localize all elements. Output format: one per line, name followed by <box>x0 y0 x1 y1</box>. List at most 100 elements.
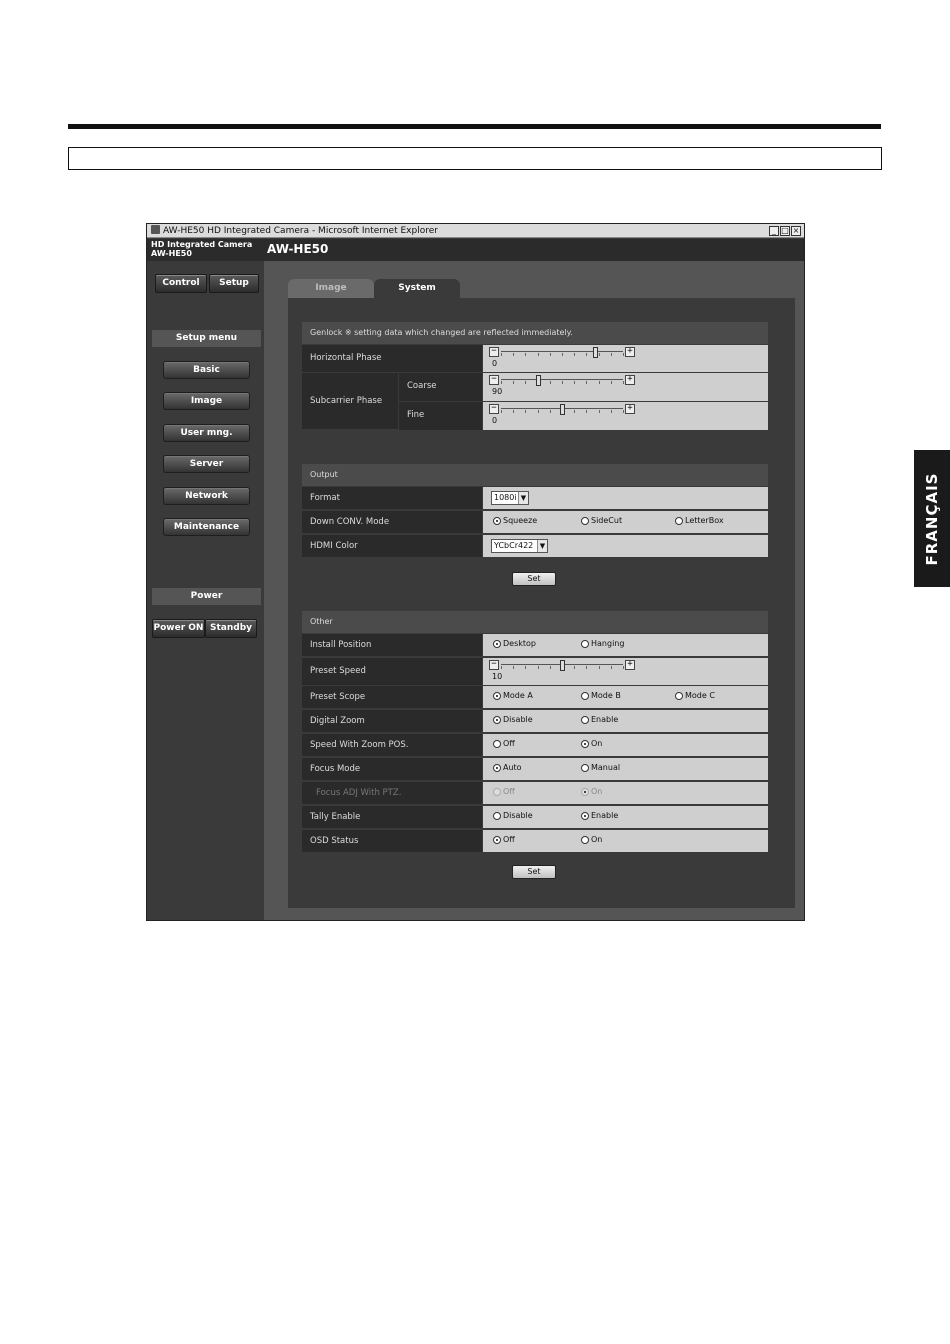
radio-checked-icon <box>581 811 589 820</box>
radio-option-label: Disable <box>503 715 533 724</box>
radio-option[interactable]: Hanging <box>581 639 624 648</box>
horizontal-phase-value: 0 <box>492 359 498 368</box>
output-set-button[interactable]: Set <box>512 572 556 586</box>
ie-icon <box>151 225 160 234</box>
setup-menu-title: Setup menu <box>152 330 261 347</box>
radio-unchecked-icon <box>581 516 589 525</box>
coarse-value-cell: − + 90 <box>483 373 768 401</box>
slider-thumb[interactable] <box>593 347 598 358</box>
scrollbar[interactable] <box>796 261 804 920</box>
slider-tick <box>623 410 624 413</box>
slider-decrease-icon[interactable]: − <box>489 660 499 670</box>
radio-unchecked-icon <box>675 516 683 525</box>
control-button[interactable]: Control <box>155 274 207 293</box>
document-header-box <box>68 147 882 170</box>
slider-increase-icon[interactable]: + <box>625 404 635 414</box>
slider-tick <box>550 410 551 413</box>
slider-tick <box>586 353 587 356</box>
standby-button[interactable]: Standby <box>205 619 257 638</box>
radio-option[interactable]: Off <box>493 739 515 748</box>
radio-option-label: Auto <box>503 763 522 772</box>
radio-option[interactable]: Manual <box>581 763 620 772</box>
horizontal-phase-row: Horizontal Phase − + 0 <box>302 344 768 372</box>
preset-scope-row: Preset Scope Mode A Mode B Mode C <box>302 685 768 708</box>
power-title: Power <box>152 588 261 605</box>
brand-logo: HD Integrated Camera AW-HE50 <box>151 240 252 258</box>
subcarrier-phase-label: Subcarrier Phase <box>302 373 398 429</box>
genlock-section: Genlock ※ setting data which changed are… <box>302 322 768 430</box>
hdmi-color-select[interactable]: YCbCr422 ▼ <box>491 539 548 553</box>
radio-option[interactable]: Off <box>493 835 515 844</box>
menu-basic-button[interactable]: Basic <box>163 361 250 379</box>
radio-checked-icon <box>581 739 589 748</box>
menu-image-button[interactable]: Image <box>163 392 250 410</box>
slider-decrease-icon[interactable]: − <box>489 347 499 357</box>
slider-tick <box>525 353 526 356</box>
preset-scope-radios: Mode A Mode B Mode C <box>483 686 768 708</box>
radio-option[interactable]: Off <box>493 787 515 796</box>
slider-tick <box>586 410 587 413</box>
radio-option[interactable]: Squeeze <box>493 516 537 525</box>
slider-increase-icon[interactable]: + <box>625 375 635 385</box>
radio-option[interactable]: Disable <box>493 811 533 820</box>
focus-adj-label: Focus ADJ With PTZ. <box>302 782 482 804</box>
slider-tick <box>538 410 539 413</box>
minimize-icon[interactable]: _ <box>769 226 779 236</box>
preset-scope-label: Preset Scope <box>302 686 482 708</box>
setup-button[interactable]: Setup <box>209 274 259 293</box>
fine-label: Fine <box>399 402 482 430</box>
menu-server-button[interactable]: Server <box>163 455 250 473</box>
radio-option-label: Mode C <box>685 691 715 700</box>
radio-checked-icon <box>493 715 501 724</box>
radio-option[interactable]: Enable <box>581 811 618 820</box>
horizontal-phase-label: Horizontal Phase <box>302 345 482 372</box>
radio-option-label: Squeeze <box>503 516 538 525</box>
radio-option[interactable]: SideCut <box>581 516 622 525</box>
slider-thumb[interactable] <box>536 375 541 386</box>
tab-system[interactable]: System <box>374 279 460 298</box>
radio-option[interactable]: Mode B <box>581 691 621 700</box>
preset-speed-slider[interactable]: − + <box>489 660 635 671</box>
slider-tick <box>611 666 612 669</box>
radio-option[interactable]: Mode A <box>493 691 533 700</box>
close-icon[interactable]: × <box>791 226 801 236</box>
power-on-button[interactable]: Power ON <box>152 619 205 638</box>
other-set-button[interactable]: Set <box>512 865 556 879</box>
radio-option[interactable]: Disable <box>493 715 533 724</box>
coarse-slider[interactable]: − + <box>489 375 635 386</box>
radio-option[interactable]: On <box>581 739 602 748</box>
slider-increase-icon[interactable]: + <box>625 660 635 670</box>
radio-option[interactable]: Enable <box>581 715 618 724</box>
slider-decrease-icon[interactable]: − <box>489 375 499 385</box>
slider-tick <box>501 381 502 384</box>
radio-unchecked-icon <box>493 811 501 820</box>
radio-checked-icon <box>493 763 501 772</box>
radio-unchecked-icon <box>581 835 589 844</box>
slider-track <box>501 379 623 380</box>
speed-zoom-radios: Off On <box>483 734 768 756</box>
slider-thumb[interactable] <box>560 660 565 671</box>
slider-thumb[interactable] <box>560 404 565 415</box>
language-side-tab: FRANÇAIS <box>914 450 950 587</box>
radio-option-label: Mode B <box>591 691 621 700</box>
menu-network-button[interactable]: Network <box>163 487 250 505</box>
hdmi-color-label: HDMI Color <box>302 535 482 557</box>
slider-increase-icon[interactable]: + <box>625 347 635 357</box>
radio-option[interactable]: On <box>581 787 602 796</box>
fine-slider[interactable]: − + <box>489 404 635 415</box>
slider-tick <box>550 666 551 669</box>
sidebar: Control Setup Setup menu Basic Image Use… <box>147 261 264 920</box>
format-select[interactable]: 1080i ▼ <box>491 491 529 505</box>
radio-option[interactable]: LetterBox <box>675 516 724 525</box>
menu-user-mng-button[interactable]: User mng. <box>163 424 250 442</box>
tab-image[interactable]: Image <box>288 279 374 298</box>
radio-option[interactable]: Desktop <box>493 639 536 648</box>
slider-decrease-icon[interactable]: − <box>489 404 499 414</box>
radio-option[interactable]: Mode C <box>675 691 715 700</box>
radio-option[interactable]: On <box>581 835 602 844</box>
radio-option[interactable]: Auto <box>493 763 522 772</box>
horizontal-phase-slider[interactable]: − + <box>489 347 635 358</box>
tally-label: Tally Enable <box>302 806 482 828</box>
maximize-icon[interactable]: □ <box>780 226 790 236</box>
menu-maintenance-button[interactable]: Maintenance <box>163 518 250 536</box>
